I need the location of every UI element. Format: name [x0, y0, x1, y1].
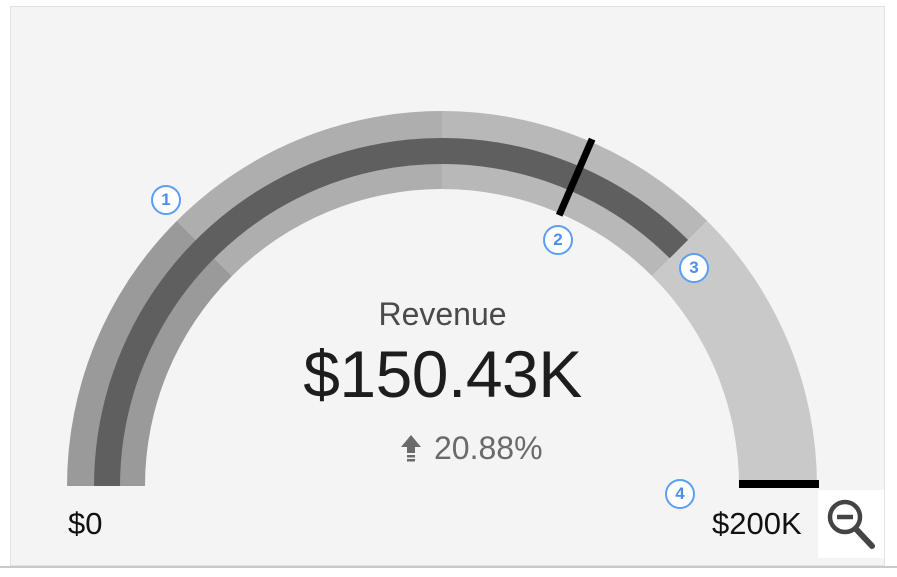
gauge-max-end-mark — [739, 480, 819, 488]
delta-indicator: 20.88% — [400, 430, 543, 467]
marker-1: 1 — [151, 185, 181, 215]
marker-2: 2 — [543, 225, 573, 255]
gauge-max-label: $200K — [712, 506, 802, 541]
zoom-out-button[interactable] — [818, 490, 884, 558]
delta-value: 20.88% — [434, 430, 543, 466]
marker-4: 4 — [665, 479, 695, 509]
gauge-value: $150.43K — [303, 337, 582, 411]
gauge-title: Revenue — [378, 296, 507, 332]
arrow-up-icon — [401, 434, 421, 461]
zoom-out-icon — [827, 499, 875, 549]
gauge-min-label: $0 — [68, 506, 103, 541]
marker-3: 3 — [679, 253, 709, 283]
gauge-chart — [67, 111, 819, 488]
